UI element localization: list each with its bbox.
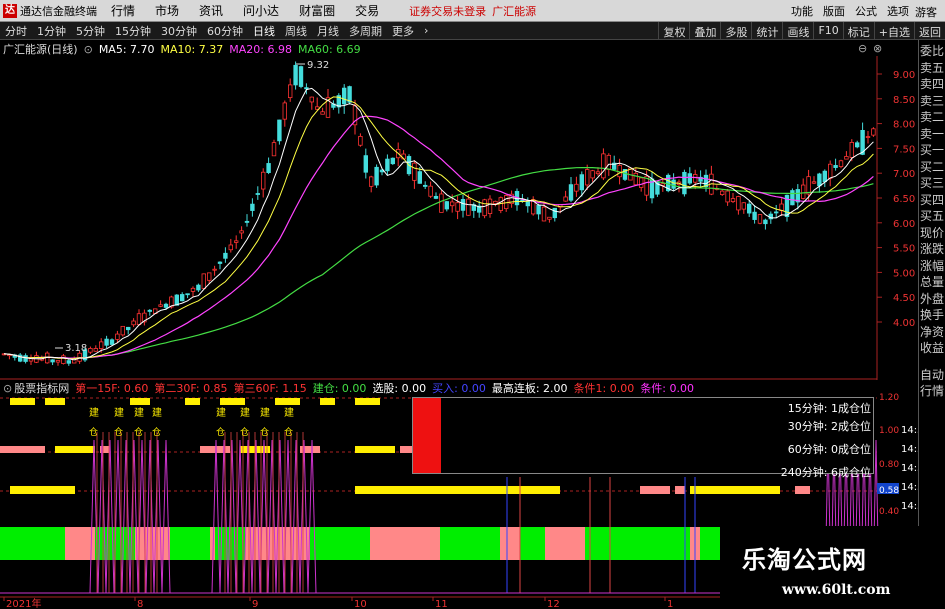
date-axis-label: 11 [435,599,448,609]
indicator-axis-label: 1.00 [879,426,899,436]
side-panel-item[interactable]: 涨跌 [920,242,944,256]
indicator-axis-label: 0.80 [879,460,899,470]
price-axis-label: 6.50 [893,194,915,205]
price-axis-label: 8.00 [893,120,915,131]
position-marker: 仓 [89,426,98,438]
side-panel-item[interactable]: 卖四 [920,77,944,91]
overlay-red-block [413,398,441,473]
ind-item-6: 买入: 0.00 [432,382,486,395]
ind-item-3: 第三60F: 1.15 [233,382,307,395]
ind-item-1: 第一15F: 0.60 [75,382,149,395]
position-marker: 仓 [284,426,293,438]
date-axis-label: 9 [252,599,258,609]
side-panel-item[interactable]: 总量 [920,275,944,289]
price-axis-label: 5.50 [893,244,915,255]
ind-item-5: 选股: 0.00 [372,382,427,395]
quote-side-panel: 委比卖五卖四卖三卖二卖一买一买二买三买四买五现价涨跌涨幅总量外盘换手净资收益自动… [918,40,945,609]
overlay-line-3: 60分钟: 0成仓位 [787,443,871,456]
price-axis-label: 7.00 [893,169,915,180]
overlay-line-4: 240分钟: 6成仓位 [780,466,871,479]
ind-item-4: 建仓: 0.00 [312,382,367,395]
price-axis-label: 9.00 [893,70,915,81]
position-overlay: 15分钟: 1成仓位 30分钟: 2成仓位 60分钟: 0成仓位 240分钟: … [412,397,874,479]
position-marker: 仓 [152,426,161,438]
side-panel-item[interactable]: 卖三 [920,94,944,108]
ind-item-2: 第二30F: 0.85 [154,382,228,395]
position-marker: 仓 [216,426,225,438]
side-panel-item[interactable]: 自动 [920,368,944,382]
build-marker: 建 [240,406,250,419]
indicator-header: ⊙ 股票指标网 第一15F: 0.60 第二30F: 0.85 第三60F: 1… [0,380,700,396]
candlestick-chart[interactable]: 9.00 8.50 8.00 7.50 7.00 6.50 6.00 5.50 5.00 4.50… [0,0,945,380]
date-axis-label: 1 [667,599,673,609]
side-panel-item[interactable]: 换手 [920,308,944,322]
overlay-line-2: 30分钟: 2成仓位 [787,420,871,433]
build-marker: 建 [216,406,226,419]
build-marker: 建 [114,406,124,419]
side-panel-item[interactable]: 卖二 [920,110,944,124]
side-panel-item[interactable]: 卖五 [920,61,944,75]
side-panel-item[interactable]: 买三 [920,176,944,190]
side-panel-item[interactable]: 委比 [920,44,944,58]
side-panel-item[interactable]: 涨幅 [920,259,944,273]
price-axis-label: 8.50 [893,95,915,106]
indicator-axis-label: 0.58 [879,486,899,496]
side-panel-item[interactable]: 卖一 [920,127,944,141]
date-axis-label: 10 [354,599,367,609]
date-axis-label: 2021年 [6,597,41,609]
build-marker: 建 [284,406,294,419]
ind-item-9: 条件: 0.00 [640,382,694,395]
overlay-line-1: 15分钟: 1成仓位 [787,402,871,415]
watermark-brand: 乐淘公式网 [742,546,867,574]
price-axis-label: 4.00 [893,318,915,329]
ind-item-7: 最高连板: 2.00 [491,382,568,395]
watermark-site: www.60lt.com [782,582,891,598]
side-panel-item[interactable]: 净资 [920,325,944,339]
high-price-label: 9.32 [307,60,329,71]
price-axis-label: 4.50 [893,293,915,304]
side-panel-item[interactable]: 外盘 [920,292,944,306]
indicator-title[interactable]: 股票指标网 [14,380,69,396]
side-panel-item[interactable]: 买四 [920,193,944,207]
indicator-axis-label: 0.40 [879,507,899,517]
side-panel-item[interactable]: 买一 [920,143,944,157]
side-panel-item[interactable]: 买五 [920,209,944,223]
low-price-label: 3.18 [65,343,87,354]
price-axis-label: 6.00 [893,219,915,230]
build-marker: 建 [89,406,99,419]
position-marker: 仓 [260,426,269,438]
indicator-settings-icon[interactable]: ⊙ [3,382,12,395]
position-marker: 仓 [240,426,249,438]
ind-item-8: 条件1: 0.00 [573,382,635,395]
price-axis-label: 7.50 [893,144,915,155]
side-panel-item[interactable]: 行情 [920,384,944,398]
price-axis-label: 5.00 [893,268,915,279]
side-panel-item[interactable]: 收益 [920,341,944,355]
position-marker: 仓 [134,426,143,438]
date-axis-label: 8 [137,599,143,609]
side-panel-item[interactable]: 买二 [920,160,944,174]
build-marker: 建 [152,406,162,419]
date-axis-label: 12 [547,599,560,609]
watermark: 乐淘公式网 www.60lt.com [720,526,945,609]
side-panel-item[interactable]: 现价 [920,226,944,240]
build-marker: 建 [134,406,144,419]
build-marker: 建 [260,406,270,419]
indicator-axis-label: 1.20 [879,393,899,403]
position-marker: 仓 [114,426,123,438]
